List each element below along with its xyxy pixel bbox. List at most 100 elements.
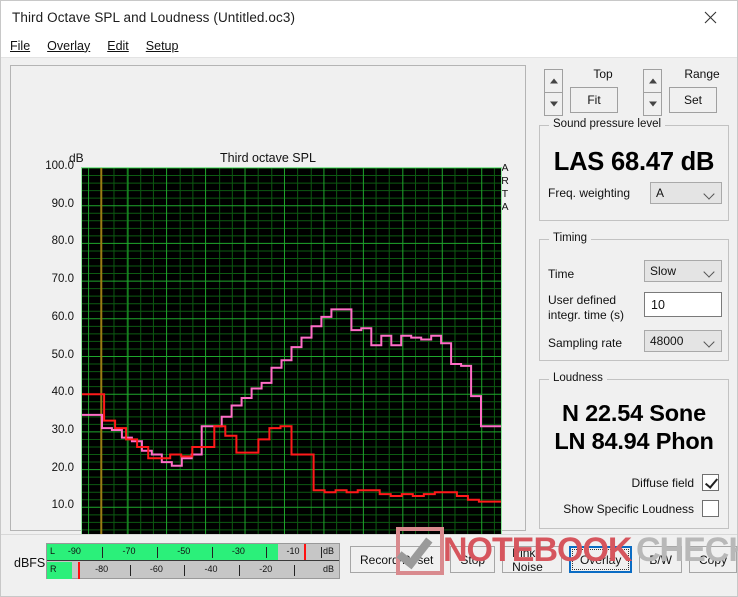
level-meter-tick-mark [157,547,159,558]
level-meter-tick-mark [321,547,323,558]
spl-group-label: Sound pressure level [549,118,666,130]
level-meter-tick-mark [184,565,186,576]
menu-item-edit[interactable]: Edit [107,39,129,53]
y-axis-tick-label: 20.0 [51,461,74,474]
level-meter-tick-label: -90 [67,546,81,556]
plot-area[interactable] [81,167,502,546]
loudness-group-label: Loudness [549,372,607,384]
window-title: Third Octave SPL and Loudness (Untitled.… [12,10,296,25]
y-axis-tick-label: 80.0 [51,235,74,248]
timing-group: Timing Time Slow User defined integr. ti… [539,232,729,361]
set-button[interactable]: Set [669,87,717,113]
level-meter-tick-label: -80 [95,564,109,574]
level-meter-right-channel: R [50,564,57,574]
top-label: Top [593,67,613,81]
range-label: Range [684,67,720,81]
plot-svg [82,168,501,545]
transport-buttons: Record/Reset Stop Pink Noise Overlay B/W… [350,546,737,574]
y-axis-tick-label: 50.0 [51,348,74,361]
y-axis-tick-label: 40.0 [51,386,74,399]
level-meter-tick-label: -20 [259,564,273,574]
bw-button[interactable]: B/W [639,546,682,573]
top-spinner-up-icon[interactable] [544,69,563,93]
menu-item-file[interactable]: File [10,39,30,53]
y-axis-tick-label: 100.0 [45,160,74,172]
scale-controls: Top Fit Range Set [539,67,729,119]
range-spinner[interactable] [643,69,662,117]
level-meter-tick-label: -70 [122,546,136,556]
sampling-rate-select[interactable]: 48000 [644,330,722,352]
menu-bar: File Overlay Edit Setup [1,34,737,57]
close-icon[interactable] [689,2,731,33]
pink-noise-button[interactable]: Pink Noise [502,546,562,574]
time-select[interactable]: Slow [644,260,722,282]
fit-button[interactable]: Fit [570,87,618,113]
integration-time-label-line1: User defined [548,293,617,307]
title-bar: Third Octave SPL and Loudness (Untitled.… [1,1,737,34]
integration-time-label-line2: integr. time (s) [548,308,625,322]
menu-divider [1,57,737,58]
spl-value: LAS 68.47 dB [553,148,715,176]
level-meter-tick-mark [266,547,268,558]
freq-weighting-value: A [656,186,665,200]
level-meter-tick-label: -10 [286,546,300,556]
stop-button[interactable]: Stop [450,546,496,573]
body-area: dB Third octave SPL A R T A 100.0 90.0 80.… [1,59,737,578]
loudness-group: Loudness N 22.54 Sone LN 84.94 Phon Diff… [539,372,729,529]
level-meter-tick-mark [211,547,213,558]
freq-weighting-select[interactable]: A [650,182,722,204]
chevron-down-icon [705,189,714,198]
app-window: Third Octave SPL and Loudness (Untitled.… [0,0,738,597]
level-meter-tick-mark [129,565,131,576]
graph-panel[interactable]: dB Third octave SPL A R T A 100.0 90.0 80.… [10,65,526,578]
time-label: Time [548,267,575,281]
diffuse-field-row[interactable]: Diffuse field [632,474,719,491]
freq-weighting-label: Freq. weighting [548,186,631,200]
menu-label-file: File [10,38,31,53]
dbfs-label: dBFS [14,556,46,570]
top-spinner-down-icon[interactable] [544,92,563,116]
menu-item-overlay[interactable]: Overlay [47,39,90,53]
level-meter-left-unit: dB [322,546,334,556]
level-meter-tick-label: -60 [149,564,163,574]
range-spinner-up-icon[interactable] [643,69,662,93]
show-specific-loudness-row[interactable]: Show Specific Loudness [563,500,719,517]
level-meter-right[interactable]: R dB -80 -60 -40 -20 [47,562,339,579]
integration-time-value: 10 [651,297,665,312]
overlay-button[interactable]: Overlay [568,546,633,573]
y-axis-tick-label: 60.0 [51,310,74,323]
y-axis-tick-label: 10.0 [51,499,74,512]
loudness-sone-value: N 22.54 Sone [562,400,706,426]
menu-label-setup: Setup [145,38,179,53]
y-axis-tick-label: 30.0 [51,423,74,436]
top-spinner[interactable] [544,69,563,117]
sound-pressure-level-group: Sound pressure level LAS 68.47 dB Freq. … [539,118,729,221]
chevron-down-icon [705,337,714,346]
bottom-bar: dBFS L dB -90 -70 -50 -30 -10 R dB -80 -60 -40… [1,534,737,596]
diffuse-field-label: Diffuse field [631,475,694,490]
y-axis-tick-label: 90.0 [51,197,74,210]
show-specific-loudness-checkbox[interactable] [702,500,719,517]
level-meter-tick-label: -50 [177,546,191,556]
level-meter-tick-mark [102,547,104,558]
sampling-rate-label: Sampling rate [548,336,623,350]
level-meter-left[interactable]: L dB -90 -70 -50 -30 -10 [47,544,339,561]
chart-title: Third octave SPL [220,151,316,165]
level-meter-left-peak [303,544,306,560]
menu-label-edit: Edit [107,38,129,53]
diffuse-field-checkbox[interactable] [702,474,719,491]
chart-series [82,393,501,503]
range-spinner-down-icon[interactable] [643,92,662,116]
menu-label-overlay: Overlay [47,38,91,53]
copy-button[interactable]: Copy [688,546,737,573]
y-axis-tick-label: 70.0 [51,273,74,286]
menu-item-setup[interactable]: Setup [146,39,179,53]
integration-time-input[interactable]: 10 [644,292,722,317]
level-meters[interactable]: L dB -90 -70 -50 -30 -10 R dB -80 -60 -40 -20 [46,543,340,579]
level-meter-tick-mark [239,565,241,576]
record-reset-button[interactable]: Record/Reset [350,546,444,573]
level-meter-tick-label: -40 [204,564,218,574]
level-meter-left-channel: L [50,546,56,556]
level-meter-tick-label: -30 [231,546,245,556]
show-specific-loudness-label: Show Specific Loudness [563,501,694,516]
